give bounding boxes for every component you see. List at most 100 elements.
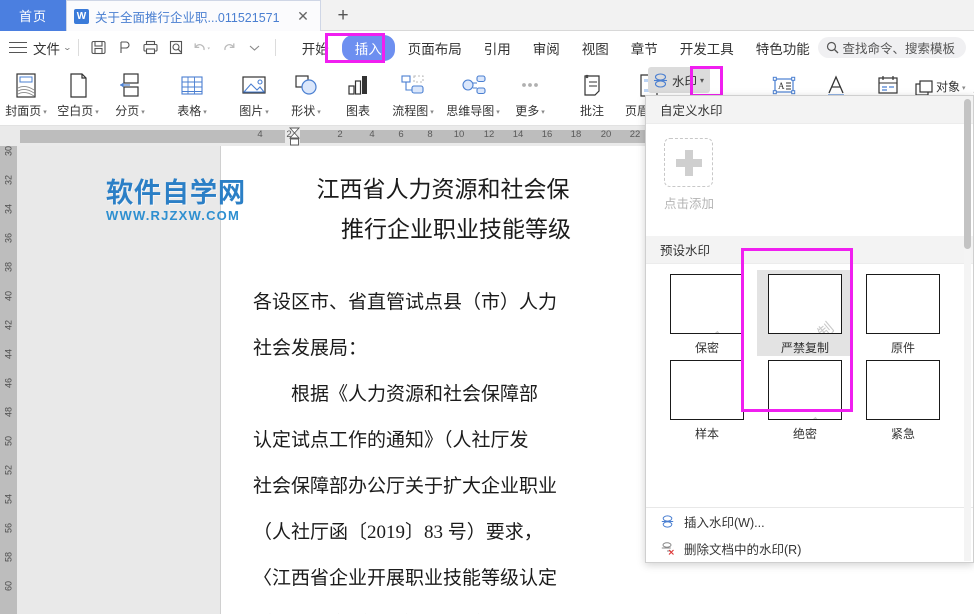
tab-document[interactable]: W 关于全面推行企业职...011521571 ✕ (66, 0, 321, 31)
ruler-tick: 54 (4, 491, 14, 508)
ribbon-chart-button[interactable]: 图表 (332, 67, 384, 123)
ribbon-flowchart-label: 流程图 (392, 104, 428, 118)
save-icon[interactable] (86, 36, 112, 60)
ribbon-flowchart-button[interactable]: 流程图▾ (384, 67, 442, 123)
document-paragraph: （人社厅函〔2019〕83 号）要求， (253, 510, 673, 556)
menu-hamburger-icon[interactable] (9, 41, 29, 55)
file-menu-label[interactable]: 文件 (33, 38, 60, 58)
delete-watermark-label: 删除文档中的水印(R) (684, 539, 801, 558)
document-paragraph: 根据《人力资源和社会保障部 (253, 372, 673, 418)
preset-caption: 样本 (695, 425, 719, 442)
ruler-tick: 38 (4, 259, 14, 276)
redo-icon[interactable] (216, 36, 242, 60)
ribbon-object-label: 对象 (936, 80, 960, 94)
ribbon-shapes-button[interactable]: 形状▾ (280, 67, 332, 123)
chevron-down-icon[interactable]: ⌄ (63, 43, 72, 52)
ruler-tick: 2 (332, 129, 348, 140)
custom-watermark-header: 自定义水印 (646, 96, 973, 124)
tab-document-label: 关于全面推行企业职...011521571 (95, 7, 287, 26)
ribbon-comment-button[interactable]: 批注 (566, 67, 618, 123)
qat-more-icon[interactable] (242, 36, 268, 60)
delete-watermark-icon (660, 541, 675, 556)
print-preview-icon[interactable] (112, 36, 138, 60)
ribbon-group-table: 表格▾ (166, 67, 218, 123)
ruler-tick: 56 (4, 520, 14, 537)
ruler-tick: 58 (4, 549, 14, 566)
table-icon (179, 71, 205, 101)
document-tab-bar: 首页 W 关于全面推行企业职...011521571 ✕ + (0, 0, 974, 31)
cover-page-icon (13, 71, 39, 101)
ribbon-blank-page-button[interactable]: 空白页▾ (52, 67, 104, 123)
ribbon-cover-page-button[interactable]: 封面页▾ (0, 67, 52, 123)
ribbon-table-button[interactable]: 表格▾ (166, 67, 218, 123)
highlight-insert-tab (325, 33, 385, 63)
ribbon-more-button[interactable]: 更多▾ (504, 67, 556, 123)
watermark-icon (652, 72, 669, 89)
ruler-tick: 12 (481, 129, 497, 140)
document-title: 江西省人力资源和社会保 推行企业职业技能等级 (221, 170, 665, 250)
document-paragraph: 社会保障部办公厅关于扩大企业职业 (253, 464, 673, 510)
ribbon-mindmap-button[interactable]: 思维导图▾ (442, 67, 504, 123)
watermark-thumbnail: 原 件 (866, 274, 940, 334)
dropdown-scrollbar[interactable] (964, 99, 971, 561)
close-icon[interactable]: ✕ (293, 6, 313, 26)
add-watermark-button[interactable] (664, 138, 713, 187)
highlight-selected-preset (741, 248, 853, 412)
insert-watermark-menu-item[interactable]: 插入水印(W)... (646, 508, 974, 535)
ruler-tick: 4 (252, 129, 268, 140)
ruler-tick: 8 (422, 129, 438, 140)
vertical-ruler[interactable]: 30 32 34 36 38 40 42 44 46 48 50 52 54 5… (0, 146, 17, 614)
document-paragraph: 认定试点工作的通知》（人社厅发 (253, 418, 673, 464)
tab-developer[interactable]: 开发工具 (671, 35, 743, 61)
delete-watermark-menu-item[interactable]: 删除文档中的水印(R) (646, 535, 974, 562)
tab-review[interactable]: 审阅 (524, 35, 569, 61)
site-logo: 软件自学网 WWW.RJZXW.COM (106, 178, 262, 230)
watermark-preview-text: 样 本 (671, 361, 744, 420)
tab-view[interactable]: 视图 (573, 35, 618, 61)
watermark-thumbnail: 样 本 (670, 360, 744, 420)
tab-references[interactable]: 引用 (475, 35, 520, 61)
indent-marker[interactable] (289, 127, 300, 146)
watermark-preview-text: 原 件 (867, 275, 940, 334)
mindmap-icon (458, 71, 488, 101)
ruler-tick: 44 (4, 346, 14, 363)
preset-watermark-yuanjian[interactable]: 原 件 原件 (855, 270, 951, 356)
tab-home[interactable]: 首页 (0, 0, 66, 31)
tab-page-layout[interactable]: 页面布局 (399, 35, 471, 61)
preset-watermark-header-label: 预设水印 (660, 240, 710, 259)
ribbon-group-pages: 封面页▾ 空白页▾ 分页▾ (0, 67, 156, 123)
divider (78, 39, 79, 56)
new-tab-icon[interactable]: + (329, 3, 357, 29)
ruler-tick: 4 (364, 129, 380, 140)
comment-icon (579, 71, 605, 101)
ribbon-shapes-label: 形状 (291, 104, 315, 118)
search-input[interactable]: 查找命令、搜索模板 (818, 37, 966, 58)
tab-special-features[interactable]: 特色功能 (747, 35, 819, 61)
picture-icon (240, 71, 268, 101)
find-icon[interactable] (164, 36, 190, 60)
document-page[interactable]: 江西省人力资源和社会保 推行企业职业技能等级 各设区市、省直管试点县（市）人力 … (220, 146, 664, 614)
tab-section[interactable]: 章节 (622, 35, 667, 61)
scrollbar-thumb[interactable] (964, 99, 971, 249)
ruler-tick: 34 (4, 201, 14, 218)
ribbon-blank-page-label: 空白页 (57, 104, 93, 118)
preset-caption: 原件 (891, 339, 915, 356)
document-paragraph: 〈江西省企业开展职业技能等级认定 (253, 556, 673, 602)
print-icon[interactable] (138, 36, 164, 60)
document-title-line2: 推行企业职业技能等级 (221, 210, 665, 250)
custom-watermark-section: 点击添加 (646, 124, 973, 236)
undo-icon[interactable] (190, 36, 216, 60)
ribbon-mindmap-label: 思维导图 (446, 104, 494, 118)
flowchart-icon (398, 71, 428, 101)
ribbon-page-break-button[interactable]: 分页▾ (104, 67, 156, 123)
preset-watermark-jinji[interactable]: 紧 急 紧急 (855, 356, 951, 442)
ribbon-more-label: 更多 (515, 104, 539, 118)
svg-text:A: A (778, 81, 785, 91)
document-body: 各设区市、省直管试点县（市）人力 社会发展局： 根据《人力资源和社会保障部 认定… (253, 280, 673, 614)
ribbon-picture-button[interactable]: 图片▾ (228, 67, 280, 123)
ribbon-comment-label: 批注 (580, 104, 604, 118)
add-watermark-label: 点击添加 (664, 193, 973, 212)
more-dots-icon (517, 71, 543, 101)
plus-icon (676, 150, 702, 176)
ruler-tick: 22 (627, 129, 643, 140)
